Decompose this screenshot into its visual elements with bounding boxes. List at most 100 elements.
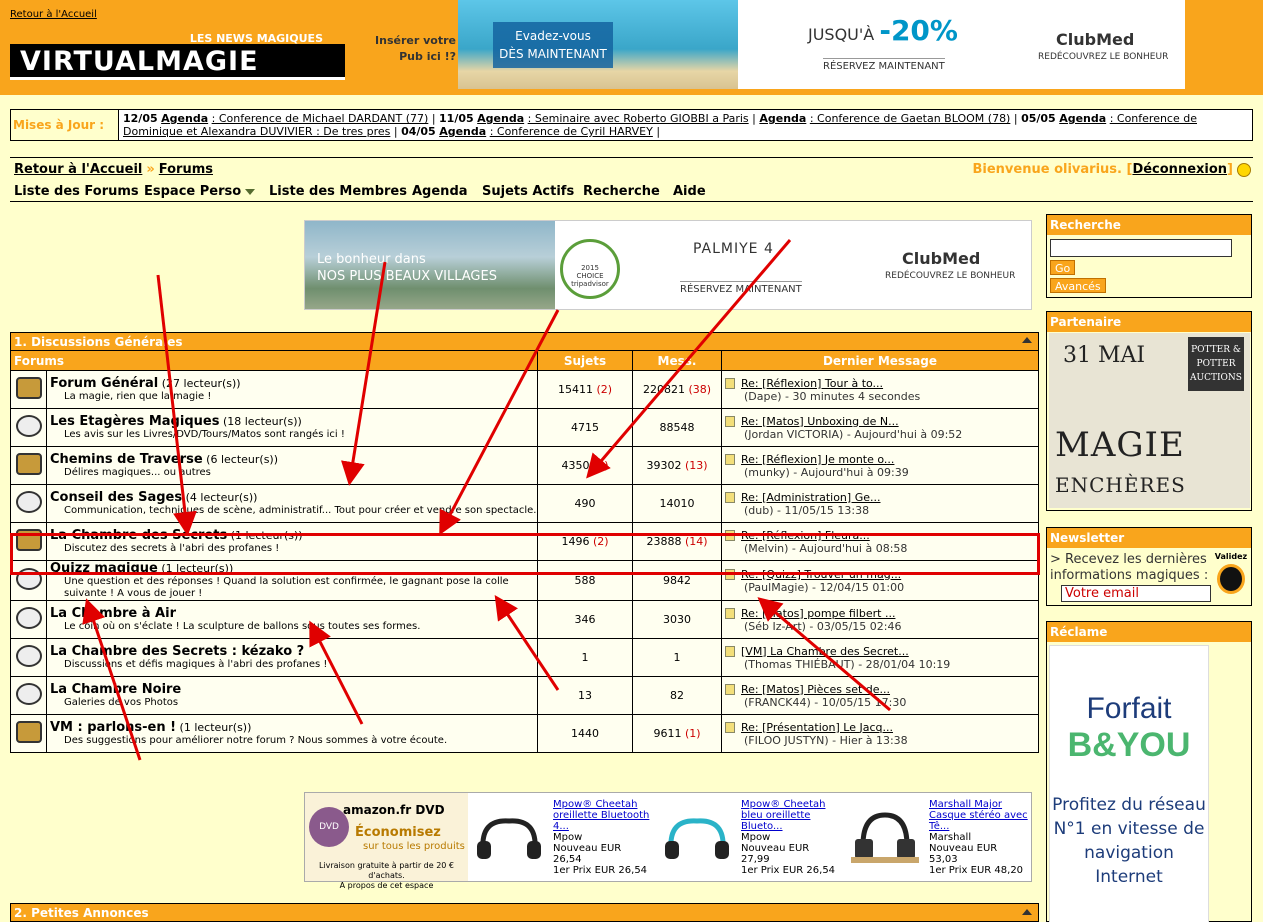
category-title[interactable]: 1. Discussions Générales bbox=[10, 332, 1039, 351]
topics-count: 1496 bbox=[561, 535, 590, 548]
forum-description: Communication, techniques de scène, admi… bbox=[64, 505, 537, 516]
note-icon[interactable] bbox=[725, 684, 735, 695]
home-link[interactable]: Retour à l'Accueil bbox=[10, 9, 97, 20]
forum-title[interactable]: Les Etagères Magiques bbox=[50, 414, 219, 429]
forum-readers: (1 lecteur(s)) bbox=[179, 721, 252, 734]
reclame-line3: Profitez du réseau N°1 en vitesse de nav… bbox=[1052, 795, 1206, 887]
search-input[interactable] bbox=[1050, 239, 1232, 257]
menu-active-topics[interactable]: Sujets Actifs bbox=[482, 184, 574, 199]
forum-title[interactable]: La Chambre des Secrets bbox=[50, 528, 227, 543]
forum-name-cell: La Chambre des Secrets (1 lecteur(s)) Dis… bbox=[46, 522, 538, 561]
product-new-label: Nouveau EUR bbox=[741, 843, 810, 854]
forum-table: 1. Discussions Générales Forums Sujets M… bbox=[10, 332, 1039, 753]
site-logo[interactable]: LES NEWS MAGIQUES VIRTUALMAGIE bbox=[10, 30, 345, 82]
update-cat-link[interactable]: Agenda bbox=[759, 112, 806, 125]
pub-promo[interactable]: Insérer votre Pub ici !? bbox=[370, 33, 456, 65]
advanced-search-button[interactable]: Avancés bbox=[1050, 278, 1106, 293]
menu-agenda[interactable]: Agenda bbox=[412, 184, 468, 199]
forum-description: Discussions et défis magiques à l'abri d… bbox=[64, 659, 328, 670]
forum-title[interactable]: La Chambre des Secrets : kézako ? bbox=[50, 644, 304, 659]
update-cat-link[interactable]: Agenda bbox=[161, 112, 208, 125]
note-icon[interactable] bbox=[725, 530, 735, 541]
forum-title[interactable]: Quizz magique bbox=[50, 561, 158, 576]
update-cat-link[interactable]: Agenda bbox=[1059, 112, 1106, 125]
forum-name-cell: La Chambre à Air Le coin où on s'éclate … bbox=[46, 600, 538, 639]
logout-link[interactable]: Déconnexion bbox=[1132, 162, 1227, 177]
amazon-product[interactable]: Marshall Major Casque stéréo avec Tê... … bbox=[849, 799, 1029, 879]
update-link[interactable]: : Conference de Michael DARDANT (77) bbox=[212, 112, 429, 125]
breadcrumb-home[interactable]: Retour à l'Accueil bbox=[14, 162, 142, 177]
product-title[interactable]: Mpow® Cheetah oreillette Bluetooth 4... bbox=[553, 799, 653, 832]
collapse-icon[interactable] bbox=[1022, 909, 1032, 915]
ad-line1: Evadez-vous bbox=[515, 29, 591, 43]
product-title[interactable]: Marshall Major Casque stéréo avec Tê... bbox=[929, 799, 1029, 832]
reclame-ad[interactable]: Forfait B&YOU Profitez du réseau N°1 en … bbox=[1049, 645, 1209, 922]
amazon-brand: DVD amazon.fr DVD Économisez sur tous le… bbox=[305, 793, 468, 890]
update-cat-link[interactable]: Agenda bbox=[477, 112, 524, 125]
amazon-fine2[interactable]: A propos de cet espace bbox=[309, 881, 464, 891]
forum-row: La Chambre des Secrets : kézako ? Discus… bbox=[10, 638, 1039, 677]
amazon-product[interactable]: Mpow® Cheetah oreillette Bluetooth 4... … bbox=[473, 799, 653, 879]
partner-ad[interactable]: 31 MAI POTTER & POTTER AUCTIONS MAGIE EN… bbox=[1049, 333, 1250, 508]
forum-title[interactable]: Forum Général bbox=[50, 376, 158, 391]
last-message-link[interactable]: Re: [Matos] pompe filbert ... bbox=[741, 607, 895, 620]
ad-photo-line1: Le bonheur dans bbox=[317, 252, 426, 267]
forum-title[interactable]: La Chambre à Air bbox=[50, 606, 176, 621]
collapse-icon[interactable] bbox=[1022, 337, 1032, 343]
sidebar-newsletter-title: Newsletter bbox=[1047, 528, 1251, 548]
topics-new: (2) bbox=[596, 383, 613, 396]
breadcrumb-forums[interactable]: Forums bbox=[159, 162, 213, 177]
ad-photo-line2: NOS PLUS BEAUX VILLAGES bbox=[317, 269, 497, 284]
smiley-icon bbox=[1237, 163, 1251, 177]
amazon-product[interactable]: Mpow® Cheetah bleu oreillette Blueto... … bbox=[661, 799, 841, 879]
reclame-line2: B&YOU bbox=[1067, 726, 1191, 764]
menu-espace-perso[interactable]: Espace Perso bbox=[144, 184, 256, 199]
note-icon[interactable] bbox=[725, 646, 735, 657]
update-link[interactable]: : Seminaire avec Roberto GIOBBI a Paris bbox=[528, 112, 749, 125]
last-message-link[interactable]: Re: [Réflexion] Fleura... bbox=[741, 529, 870, 542]
ad-brand: ClubMed bbox=[1056, 30, 1135, 49]
last-message-link[interactable]: Re: [Quizz] Trouver un mag... bbox=[741, 568, 901, 581]
last-message-cell: Re: [Réflexion] Tour à to... (Dape) - 30 … bbox=[721, 370, 1039, 409]
forum-name-cell: VM : parlons-en ! (1 lecteur(s)) Des sugg… bbox=[46, 714, 538, 753]
mid-banner-ad[interactable]: Le bonheur dans NOS PLUS BEAUX VILLAGES 2… bbox=[304, 220, 1032, 310]
menu-search[interactable]: Recherche bbox=[583, 184, 660, 199]
update-link[interactable]: : Conference de Gaetan BLOOM (78) bbox=[810, 112, 1011, 125]
note-icon[interactable] bbox=[725, 569, 735, 580]
go-button[interactable]: Go bbox=[1050, 260, 1076, 275]
forum-title[interactable]: VM : parlons-en ! bbox=[50, 720, 176, 735]
note-icon[interactable] bbox=[725, 608, 735, 619]
validate-button[interactable]: Validez bbox=[1214, 552, 1248, 602]
forum-icon-cell bbox=[10, 370, 47, 409]
note-icon[interactable] bbox=[725, 454, 735, 465]
update-link[interactable]: : Conference de Cyril HARVEY bbox=[490, 125, 653, 138]
menu-help[interactable]: Aide bbox=[673, 184, 706, 199]
last-message-link[interactable]: Re: [Réflexion] Je monte o... bbox=[741, 453, 894, 466]
note-icon[interactable] bbox=[725, 378, 735, 389]
product-title[interactable]: Mpow® Cheetah bleu oreillette Blueto... bbox=[741, 799, 841, 832]
last-message-link[interactable]: Re: [Matos] Unboxing de N... bbox=[741, 415, 899, 428]
header-banner-ad[interactable]: Evadez-vous DÈS MAINTENANT JUSQU'À -20% … bbox=[458, 0, 1185, 89]
menu-forum-list[interactable]: Liste des Forums bbox=[14, 184, 139, 199]
last-message-link[interactable]: Re: [Présentation] Le Jacq... bbox=[741, 721, 893, 734]
note-icon[interactable] bbox=[725, 722, 735, 733]
forum-row: Conseil des Sages (4 lecteur(s)) Communic… bbox=[10, 484, 1039, 523]
forum-title[interactable]: La Chambre Noire bbox=[50, 682, 181, 697]
last-message-link[interactable]: Re: [Matos] Pièces set de... bbox=[741, 683, 890, 696]
email-field[interactable]: Votre email bbox=[1061, 585, 1211, 602]
last-message-link[interactable]: Re: [Réflexion] Tour à to... bbox=[741, 377, 883, 390]
forum-icon-cell bbox=[10, 446, 47, 485]
note-icon[interactable] bbox=[725, 492, 735, 503]
note-icon[interactable] bbox=[725, 416, 735, 427]
hot-forum-icon bbox=[15, 721, 42, 743]
amazon-ad[interactable]: DVD amazon.fr DVD Économisez sur tous le… bbox=[304, 792, 1032, 890]
product-price: 27,99 bbox=[741, 854, 770, 865]
last-message-link[interactable]: Re: [Administration] Ge... bbox=[741, 491, 880, 504]
product-new-label: Nouveau EUR bbox=[929, 843, 998, 854]
forum-title[interactable]: Conseil des Sages bbox=[50, 490, 182, 505]
category-title[interactable]: 2. Petites Annonces bbox=[10, 903, 1039, 922]
update-cat-link[interactable]: Agenda bbox=[439, 125, 486, 138]
forum-title[interactable]: Chemins de Traverse bbox=[50, 452, 203, 467]
menu-members[interactable]: Liste des Membres bbox=[269, 184, 407, 199]
last-message-link[interactable]: [VM] La Chambre des Secret... bbox=[741, 645, 909, 658]
